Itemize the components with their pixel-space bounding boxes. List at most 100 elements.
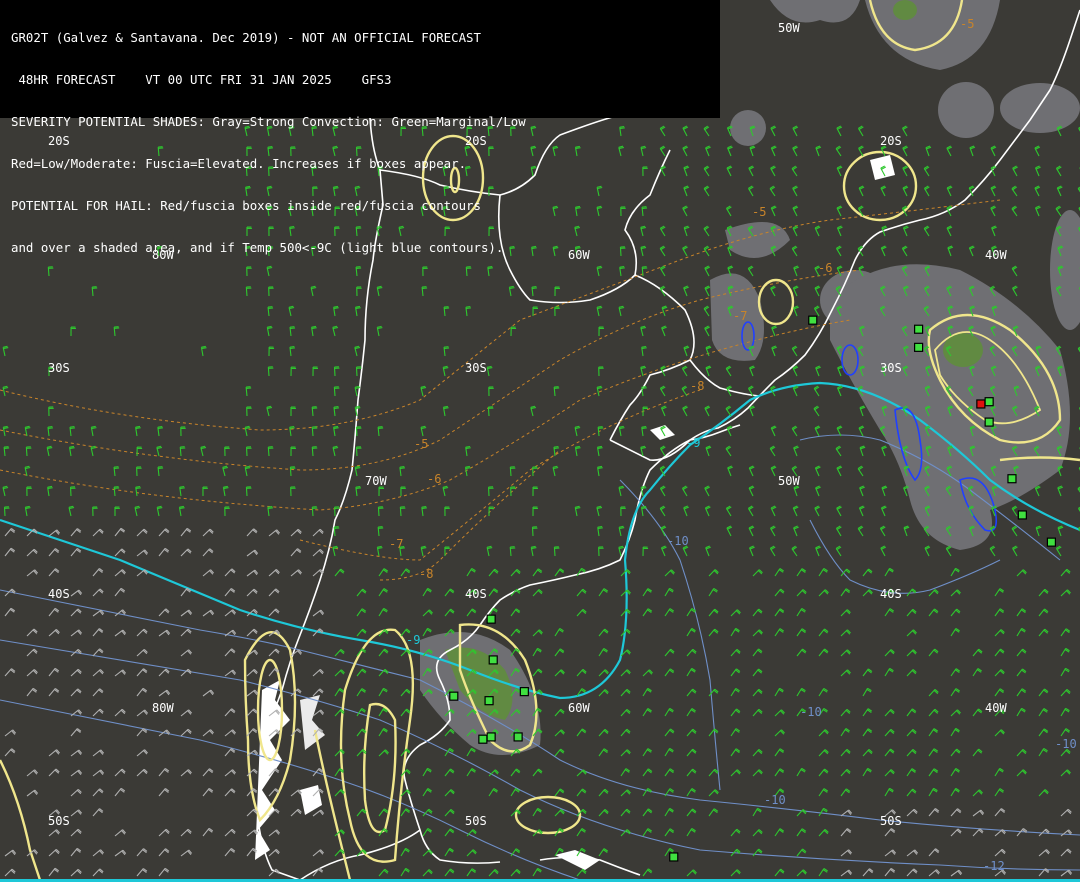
wind-barb [48,629,60,637]
wind-barb [246,669,258,677]
wind-barb [596,305,603,317]
wind-barb [835,245,842,257]
wind-barb [444,828,455,837]
wind-barb [618,525,625,537]
wind-barb [770,145,777,157]
contour-label-minus9: -9 [686,436,700,450]
wind-barb [25,446,32,457]
wind-barb [791,345,798,357]
wind-barb [290,569,302,577]
wind-barb [355,486,361,497]
wind-barb [332,545,339,557]
wind-barb [818,567,828,577]
wind-barb [884,828,896,837]
wind-barb [862,749,873,757]
wind-barb [488,506,495,517]
wind-barb [994,767,1004,777]
wind-barb [70,728,82,737]
wind-barb [136,466,142,477]
wind-barb [770,505,777,517]
wind-barb [928,728,939,737]
wind-barb [620,688,631,697]
wind-barb [598,647,608,657]
wind-barb [532,589,543,597]
wind-barb [1016,828,1028,837]
wind-barb [683,505,689,517]
wind-barb [950,567,960,577]
hail-box-green [519,687,529,697]
wind-barb [752,569,763,577]
wind-barb [422,587,432,597]
lat-label-40s: 40S [880,587,902,601]
wind-barb [840,629,851,637]
wind-barb [576,728,587,737]
hail-box-green [486,732,496,742]
wind-barb [730,828,741,837]
wind-barb [642,868,653,877]
wind-barb [532,629,543,637]
wind-barb [312,668,324,677]
wind-barb [158,788,170,797]
wind-barb [769,545,776,557]
wind-barb [202,548,214,557]
wind-barb [92,506,98,517]
wind-barb [26,769,39,777]
wind-barb [796,607,806,617]
wind-barb [840,708,851,717]
wind-barb [70,629,83,637]
wind-barb [289,346,296,357]
wind-barb [1016,749,1027,757]
wind-barb [928,708,939,717]
contour-label-minus10: -10 [667,534,689,548]
wind-barb [510,868,521,877]
wind-barb [334,649,345,657]
wind-barb [642,748,652,757]
hail-box-green [808,315,818,325]
wind-barb [574,425,581,437]
wind-barb [774,568,784,577]
wind-barb [598,689,609,697]
wind-barb [268,346,275,357]
wind-barb [26,548,38,557]
wind-barb [791,165,798,177]
wind-barb [530,405,537,417]
wind-barb [92,849,104,857]
wind-barb [990,185,997,197]
wind-barb [553,446,560,457]
wind-barb [862,708,873,717]
wind-barb [862,568,873,577]
wind-barb [906,608,917,617]
wind-barb [683,285,689,297]
wind-barb [598,788,609,797]
wind-barb [705,365,712,377]
wind-barb [796,628,807,637]
wind-barb [748,165,755,177]
wind-barb [48,768,60,777]
wind-barb [158,547,170,557]
wind-barb [749,145,756,157]
wind-barb [289,326,296,337]
wind-barb [836,465,843,477]
wind-barb [224,769,236,777]
wind-barb [726,525,733,537]
wind-barb [70,548,82,557]
wind-barb [972,748,983,757]
contour-label-minus10: -10 [764,793,786,807]
wind-barb [378,749,389,757]
wind-barb [836,125,843,137]
wind-barb [814,225,821,237]
wind-barb [752,668,763,677]
wind-barb [859,405,866,417]
legend-severity-line: SEVERITY POTENTIAL SHADES: Gray=Strong C… [11,114,526,129]
wind-barb [554,648,565,657]
wind-barb [136,709,149,717]
wind-barb [642,546,649,557]
wind-barb [972,668,982,677]
wind-barb [333,305,339,317]
wind-barb [840,748,851,757]
wind-barb [596,445,603,457]
wind-barb [642,588,652,597]
wind-barb [444,728,455,737]
lon-label-40w: 40W [985,248,1007,262]
wind-barb [928,748,939,757]
